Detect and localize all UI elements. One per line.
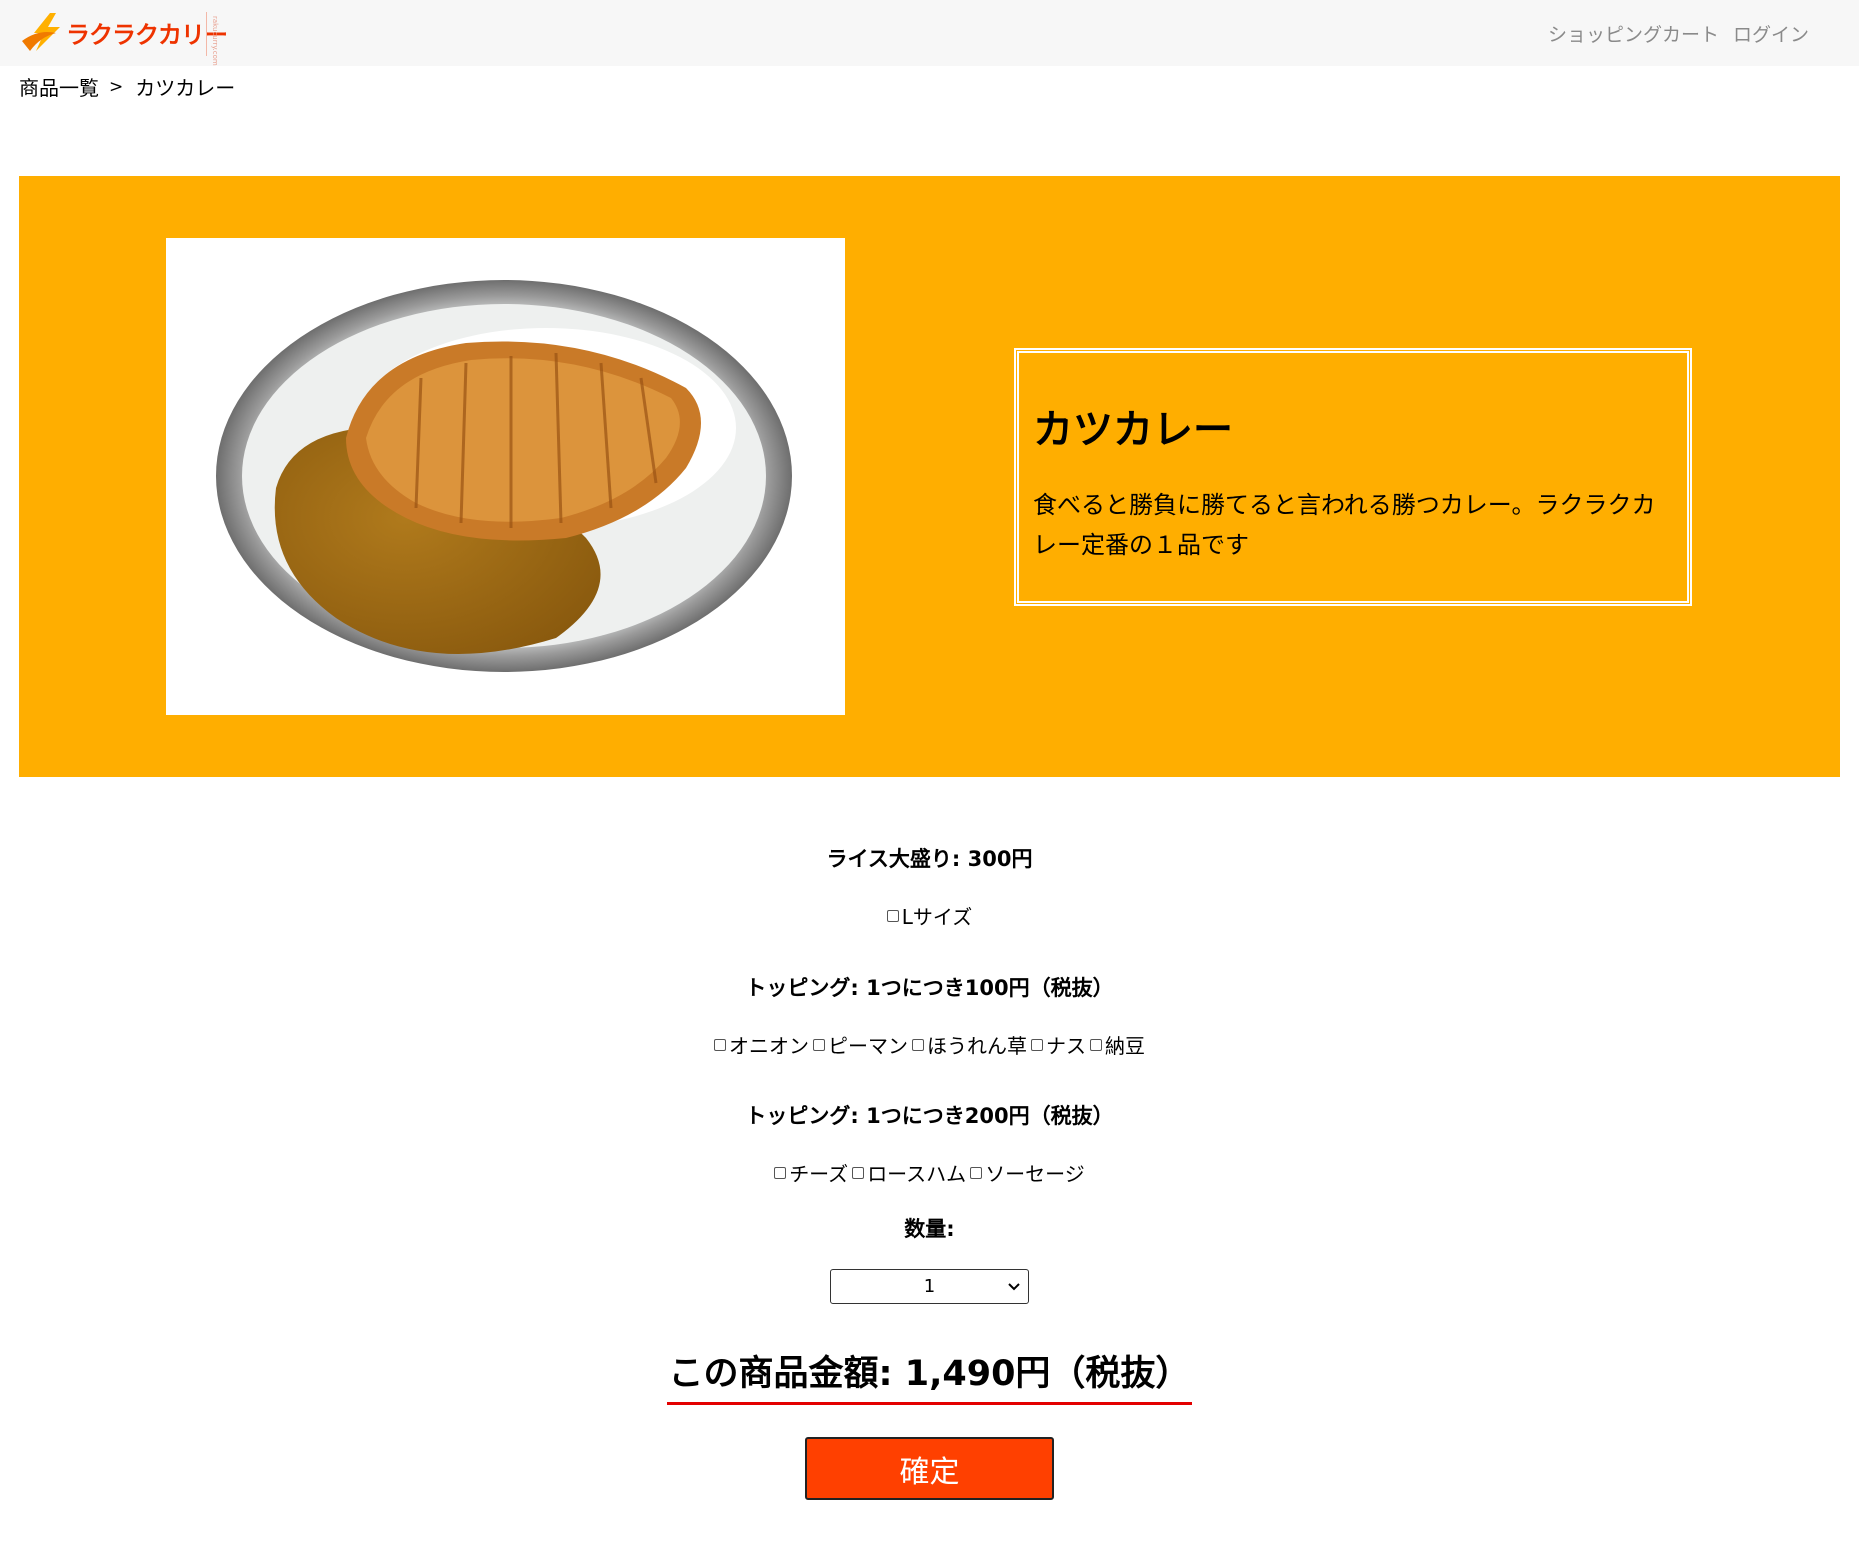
- checkbox-cheese[interactable]: チーズ: [774, 1158, 848, 1187]
- checkbox-label: チーズ: [789, 1162, 849, 1186]
- site-header: ラクラクカリー rakucurry.com ショッピングカート ログイン: [0, 0, 1859, 66]
- chevron-down-icon: [1008, 1283, 1020, 1291]
- checkbox-onion[interactable]: オニオン: [714, 1030, 809, 1059]
- checkbox-label: オニオン: [729, 1034, 809, 1058]
- breadcrumb-separator: >: [109, 76, 124, 97]
- header-nav: ショッピングカート ログイン: [1548, 20, 1809, 47]
- checkbox-label: 納豆: [1105, 1034, 1145, 1058]
- product-total-price: この商品金額: 1,490円（税抜）: [666, 1345, 1193, 1405]
- breadcrumb: 商品一覧 > カツカレー: [19, 72, 235, 101]
- checkbox-box[interactable]: [852, 1166, 865, 1179]
- product-hero: カツカレー 食べると勝負に勝てると言われる勝つカレー。ラクラクカレー定番の１品で…: [19, 176, 1840, 777]
- rice-option-row: Lサイズ: [0, 901, 1859, 930]
- checkbox-label: ナス: [1046, 1034, 1086, 1058]
- quantity-selected-value: 1: [923, 1276, 936, 1297]
- product-info-box: カツカレー 食べると勝負に勝てると言われる勝つカレー。ラクラクカレー定番の１品で…: [1014, 348, 1692, 606]
- checkbox-loin-ham[interactable]: ロースハム: [852, 1158, 966, 1187]
- rice-option-heading: ライス大盛り: 300円: [826, 847, 1033, 871]
- product-image: [166, 238, 845, 715]
- topping100-row: オニオン ピーマン ほうれん草 ナス 納豆: [0, 1030, 1859, 1059]
- checkbox-box[interactable]: [912, 1038, 924, 1051]
- topping200-heading: トッピング: 1つにつき200円（税抜）: [745, 1104, 1114, 1128]
- breadcrumb-current: カツカレー: [135, 76, 236, 100]
- product-description: 食べると勝負に勝てると言われる勝つカレー。ラクラクカレー定番の１品です: [1033, 491, 1656, 559]
- checkbox-box[interactable]: [886, 909, 899, 922]
- price-section: この商品金額: 1,490円（税抜）: [0, 1345, 1859, 1405]
- checkbox-label: ほうれん草: [927, 1034, 1027, 1058]
- shopping-cart-link[interactable]: ショッピングカート: [1548, 20, 1719, 47]
- checkbox-natto[interactable]: 納豆: [1090, 1030, 1145, 1059]
- checkbox-box[interactable]: [774, 1166, 787, 1179]
- logo-subtext: rakucurry.com: [206, 12, 225, 66]
- checkbox-sausage[interactable]: ソーセージ: [970, 1158, 1085, 1187]
- logo-text: ラクラクカリー: [66, 20, 228, 49]
- checkbox-piman[interactable]: ピーマン: [813, 1030, 908, 1059]
- checkbox-box[interactable]: [1090, 1038, 1102, 1051]
- checkbox-box[interactable]: [813, 1038, 825, 1051]
- product-title: カツカレー: [1033, 407, 1233, 453]
- katsu-curry-plate-illustration: [216, 280, 792, 672]
- topping200-row: チーズ ロースハム ソーセージ: [0, 1158, 1859, 1187]
- checkbox-eggplant[interactable]: ナス: [1031, 1030, 1086, 1059]
- quantity-select[interactable]: 1: [830, 1269, 1029, 1304]
- checkbox-box[interactable]: [1031, 1038, 1043, 1051]
- checkbox-label: ピーマン: [828, 1034, 908, 1058]
- login-link[interactable]: ログイン: [1733, 20, 1809, 47]
- breadcrumb-home-link[interactable]: 商品一覧: [19, 72, 99, 101]
- confirm-button[interactable]: 確定: [805, 1437, 1054, 1500]
- checkbox-box[interactable]: [970, 1166, 983, 1179]
- quantity-heading: 数量:: [904, 1217, 955, 1241]
- site-logo[interactable]: ラクラクカリー rakucurry.com: [20, 8, 230, 66]
- checkbox-spinach[interactable]: ほうれん草: [912, 1030, 1027, 1059]
- lightning-logo-icon: [22, 13, 60, 51]
- checkbox-l-size[interactable]: Lサイズ: [886, 901, 973, 930]
- checkbox-box[interactable]: [714, 1038, 726, 1051]
- checkbox-label: ソーセージ: [985, 1162, 1085, 1186]
- checkbox-label: ロースハム: [867, 1162, 967, 1186]
- checkbox-label: Lサイズ: [901, 905, 973, 929]
- topping100-heading: トッピング: 1つにつき100円（税抜）: [745, 976, 1114, 1000]
